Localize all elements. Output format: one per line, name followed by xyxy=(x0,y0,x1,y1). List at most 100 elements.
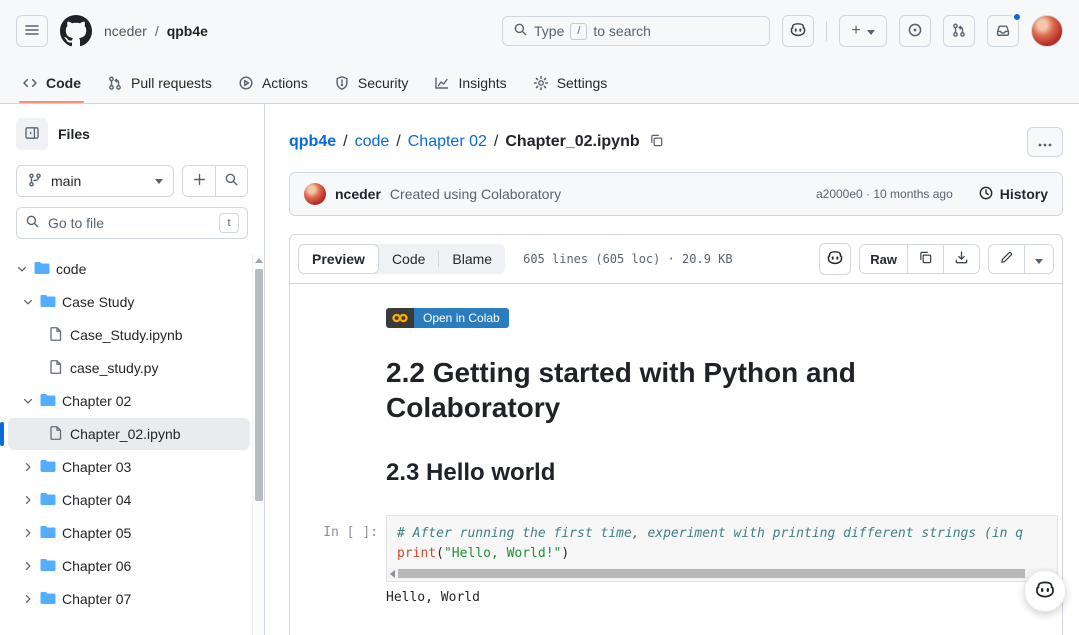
tab-code[interactable]: Code xyxy=(12,62,91,103)
tab-insights[interactable]: Insights xyxy=(424,62,516,103)
tree-item-label: Chapter 07 xyxy=(62,591,131,607)
search-icon xyxy=(224,172,239,190)
edit-actions-group xyxy=(988,244,1054,274)
main-panel: qpb4e / code / Chapter 02 / Chapter_02.i… xyxy=(265,104,1079,635)
colab-logo-icon xyxy=(386,308,414,328)
download-button[interactable] xyxy=(943,245,979,273)
copilot-floating-button[interactable] xyxy=(1024,570,1066,612)
chevron-right-icon xyxy=(22,461,34,473)
breadcrumb-dir-link[interactable]: code xyxy=(355,133,390,151)
global-search-input[interactable]: Type / to search xyxy=(502,16,770,46)
tree-item-folder[interactable]: Case Study xyxy=(8,286,250,318)
collapse-sidebar-button[interactable] xyxy=(16,118,48,150)
tab-code[interactable]: Code xyxy=(379,244,438,274)
code-paren: ( xyxy=(436,546,444,561)
copilot-file-button[interactable] xyxy=(819,243,851,275)
tree-item-file[interactable]: Case_Study.ipynb xyxy=(8,319,250,351)
code-comment: # After running the first time, experime… xyxy=(397,526,1023,541)
play-icon xyxy=(238,75,254,91)
search-icon xyxy=(25,214,40,232)
tree-item-folder[interactable]: Chapter 03 xyxy=(8,451,250,483)
tab-settings[interactable]: Settings xyxy=(523,62,618,103)
commit-sha-and-time[interactable]: a2000e0 · 10 months ago xyxy=(816,187,953,201)
folder-icon xyxy=(34,260,50,279)
search-tree-button[interactable] xyxy=(215,166,247,196)
tree-item-folder[interactable]: Chapter 02 xyxy=(8,385,250,417)
breadcrumb-file-name: Chapter_02.ipynb xyxy=(505,133,639,151)
owner-link[interactable]: nceder xyxy=(104,23,147,39)
tab-label: Insights xyxy=(458,75,506,91)
tree-item-label: Chapter 06 xyxy=(62,558,131,574)
sidebar-scrollbar[interactable] xyxy=(252,254,264,635)
branch-row: main xyxy=(0,156,264,201)
tree-item-label: Chapter 02 xyxy=(62,393,131,409)
user-avatar[interactable] xyxy=(1031,15,1063,47)
chevron-right-icon xyxy=(22,593,34,605)
chevron-down-icon xyxy=(867,22,875,40)
tree-item-file[interactable]: case_study.py xyxy=(8,352,250,384)
branch-selector[interactable]: main xyxy=(16,165,174,197)
repo-link[interactable]: qpb4e xyxy=(167,23,208,39)
tree-item-folder[interactable]: Chapter 07 xyxy=(8,583,250,615)
tree-item-label: Chapter 05 xyxy=(62,525,131,541)
tab-label: Actions xyxy=(262,75,308,91)
open-in-colab-badge[interactable]: Open in Colab xyxy=(386,308,509,328)
tree-item-label: Chapter_02.ipynb xyxy=(70,426,181,442)
tree-item-folder[interactable]: Chapter 04 xyxy=(8,484,250,516)
selected-indicator xyxy=(0,422,4,446)
scrollbar-thumb[interactable] xyxy=(398,569,1025,578)
files-panel-title: Files xyxy=(58,126,90,142)
tree-item-folder[interactable]: code xyxy=(8,253,250,285)
copilot-button[interactable] xyxy=(782,15,814,47)
copy-path-button[interactable] xyxy=(649,133,664,151)
chevron-down-icon xyxy=(155,179,163,184)
scrollbar-thumb[interactable] xyxy=(255,269,263,501)
inbox-button[interactable] xyxy=(987,15,1019,47)
shortcut-key-hint: t xyxy=(219,213,239,233)
breadcrumb-subdir-link[interactable]: Chapter 02 xyxy=(408,133,487,151)
raw-button[interactable]: Raw xyxy=(860,245,907,273)
tree-item-label: Case_Study.ipynb xyxy=(70,327,183,343)
github-logo-icon[interactable] xyxy=(60,15,92,47)
copy-file-button[interactable] xyxy=(907,245,943,273)
code-horizontal-scrollbar[interactable] xyxy=(387,568,1057,579)
folder-icon xyxy=(40,557,56,576)
tab-pull-requests[interactable]: Pull requests xyxy=(97,62,222,103)
issues-button[interactable] xyxy=(899,15,931,47)
chevron-down-icon xyxy=(1035,252,1043,267)
pull-requests-button[interactable] xyxy=(943,15,975,47)
hamburger-menu-button[interactable] xyxy=(16,15,48,47)
colab-badge-label: Open in Colab xyxy=(414,308,509,328)
commit-author-avatar[interactable] xyxy=(304,183,326,205)
tree-item-folder[interactable]: Chapter 06 xyxy=(8,550,250,582)
scroll-left-arrow-icon[interactable] xyxy=(390,570,395,578)
scroll-up-arrow-icon[interactable] xyxy=(255,258,263,263)
chevron-down-icon xyxy=(22,395,34,407)
add-file-button[interactable] xyxy=(183,166,215,196)
edit-dropdown-button[interactable] xyxy=(1024,245,1053,273)
folder-icon xyxy=(40,458,56,477)
gear-icon xyxy=(533,75,549,91)
history-button[interactable]: History xyxy=(978,185,1048,204)
commit-message[interactable]: Created using Colaboratory xyxy=(390,186,561,202)
tab-preview[interactable]: Preview xyxy=(298,244,379,274)
create-new-button[interactable]: + xyxy=(839,15,887,47)
tab-security[interactable]: Security xyxy=(324,62,419,103)
issue-opened-icon xyxy=(907,22,923,41)
git-pull-request-icon xyxy=(951,22,967,41)
code-input-area[interactable]: # After running the first time, experime… xyxy=(386,515,1058,582)
inbox-icon xyxy=(995,22,1011,41)
go-to-file-input[interactable]: Go to file t xyxy=(16,207,248,239)
tab-blame[interactable]: Blame xyxy=(439,244,505,274)
tree-item-file-selected[interactable]: Chapter_02.ipynb xyxy=(8,418,250,450)
commit-author-name[interactable]: nceder xyxy=(335,186,381,202)
tree-item-folder[interactable]: Chapter 05 xyxy=(8,517,250,549)
chevron-down-icon xyxy=(22,296,34,308)
file-breadcrumb-row: qpb4e / code / Chapter 02 / Chapter_02.i… xyxy=(289,126,1063,158)
more-options-button[interactable] xyxy=(1027,127,1063,157)
tab-actions[interactable]: Actions xyxy=(228,62,318,103)
breadcrumb-separator: / xyxy=(155,23,159,39)
breadcrumb-repo-link[interactable]: qpb4e xyxy=(289,133,336,151)
chevron-right-icon xyxy=(22,494,34,506)
edit-file-button[interactable] xyxy=(989,245,1024,273)
